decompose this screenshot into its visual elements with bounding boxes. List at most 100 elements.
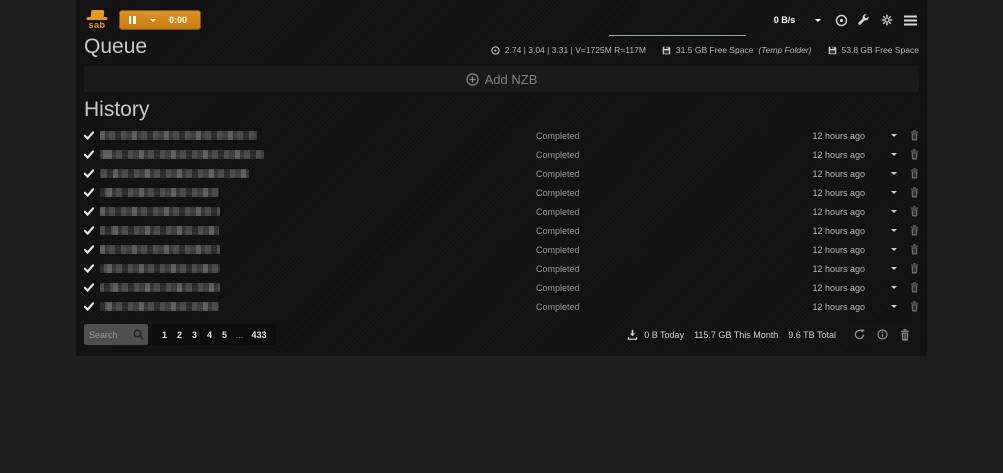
settings-button[interactable] xyxy=(878,11,896,29)
history-time: 12 hours ago xyxy=(812,226,865,236)
chevron-down-icon xyxy=(891,172,897,178)
pause-control-group: 0:00 xyxy=(119,10,201,30)
sab-logo[interactable]: sab xyxy=(84,10,110,30)
status-button[interactable] xyxy=(832,11,850,29)
page-button[interactable]: 2 xyxy=(172,324,187,345)
history-footer: 1 2 3 4 5 ... 433 0 B Today 115.7 GB Thi… xyxy=(76,323,927,346)
expand-row-button[interactable] xyxy=(865,264,903,273)
delete-item-button[interactable] xyxy=(903,206,919,217)
check-icon xyxy=(84,226,100,235)
history-item-name xyxy=(100,150,264,159)
trash-icon xyxy=(910,244,919,255)
chevron-down-icon xyxy=(891,134,897,140)
footer-actions xyxy=(845,324,919,345)
history-status: Completed xyxy=(536,150,580,160)
history-status: Completed xyxy=(536,302,580,312)
delete-all-button[interactable] xyxy=(898,328,912,342)
download-icon xyxy=(627,329,638,340)
trash-icon xyxy=(910,206,919,217)
trash-icon xyxy=(910,282,919,293)
pagination: 1 2 3 4 5 ... 433 xyxy=(152,324,276,345)
check-icon xyxy=(84,264,100,273)
sab-hat-icon xyxy=(90,10,104,18)
sab-logo-label: sab xyxy=(88,20,105,30)
chevron-down-icon xyxy=(891,305,897,311)
chevron-down-icon xyxy=(891,191,897,197)
trash-icon xyxy=(910,168,919,179)
free-space-temp-note: (Temp Folder) xyxy=(758,45,811,55)
trash-icon xyxy=(910,187,919,198)
history-status: Completed xyxy=(536,188,580,198)
history-status: Completed xyxy=(536,207,580,217)
history-item-name xyxy=(100,302,219,311)
search-box xyxy=(84,324,148,345)
speed-graph xyxy=(609,18,746,36)
check-icon xyxy=(84,131,100,140)
expand-row-button[interactable] xyxy=(865,226,903,235)
delete-item-button[interactable] xyxy=(903,225,919,236)
check-icon xyxy=(84,188,100,197)
expand-row-button[interactable] xyxy=(865,283,903,292)
circle-dot-icon xyxy=(835,14,848,27)
hamburger-icon xyxy=(904,15,917,26)
search-icon xyxy=(133,329,144,340)
menu-button[interactable] xyxy=(901,11,919,29)
trash-icon xyxy=(910,263,919,274)
config-button[interactable] xyxy=(855,11,873,29)
page-button[interactable]: 4 xyxy=(202,324,217,345)
expand-row-button[interactable] xyxy=(865,169,903,178)
history-time: 12 hours ago xyxy=(812,150,865,160)
delete-item-button[interactable] xyxy=(903,187,919,198)
expand-row-button[interactable] xyxy=(865,245,903,254)
delete-item-button[interactable] xyxy=(903,244,919,255)
check-icon xyxy=(84,302,100,311)
footer-stats: 0 B Today 115.7 GB This Month 9.6 TB Tot… xyxy=(627,329,836,340)
pause-dropdown-button[interactable] xyxy=(144,11,162,29)
refresh-icon xyxy=(854,329,865,340)
add-nzb-button[interactable]: Add NZB xyxy=(84,66,919,92)
page-button[interactable]: 5 xyxy=(217,324,232,345)
refresh-button[interactable] xyxy=(852,328,866,342)
delete-item-button[interactable] xyxy=(903,263,919,274)
expand-row-button[interactable] xyxy=(865,150,903,159)
speed-limit-button[interactable]: 0 B/s xyxy=(754,8,827,32)
stat-month: 115.7 GB This Month xyxy=(694,330,778,340)
history-time: 12 hours ago xyxy=(812,264,865,274)
chevron-down-icon xyxy=(891,153,897,159)
delete-item-button[interactable] xyxy=(903,130,919,141)
delete-item-button[interactable] xyxy=(903,301,919,312)
info-button[interactable] xyxy=(875,328,889,342)
pause-button[interactable] xyxy=(120,11,144,29)
history-row: Completed 12 hours ago xyxy=(84,145,919,164)
disk-icon xyxy=(662,46,671,55)
delete-item-button[interactable] xyxy=(903,149,919,160)
expand-row-button[interactable] xyxy=(865,302,903,311)
page-button[interactable]: 433 xyxy=(247,324,271,345)
check-icon xyxy=(84,169,100,178)
trash-icon xyxy=(910,225,919,236)
history-row: Completed 12 hours ago xyxy=(84,278,919,297)
history-row: Completed 12 hours ago xyxy=(84,164,919,183)
expand-row-button[interactable] xyxy=(865,188,903,197)
load-stats: 2.74 | 3.04 | 3.31 | V=1725M R=117M xyxy=(505,45,646,55)
queue-header: Queue 2.74 | 3.04 | 3.31 | V=1725M R=117… xyxy=(76,32,927,60)
history-header: History xyxy=(76,92,927,123)
page-button[interactable]: 1 xyxy=(157,324,172,345)
search-input[interactable] xyxy=(89,330,133,340)
expand-row-button[interactable] xyxy=(865,131,903,140)
delete-item-button[interactable] xyxy=(903,282,919,293)
page-button[interactable]: 3 xyxy=(187,324,202,345)
topbar: sab 0:00 0 B/s xyxy=(76,0,927,32)
free-space-complete: 53.8 GB Free Space xyxy=(842,45,920,55)
stat-today: 0 B Today xyxy=(644,330,684,340)
history-item-name xyxy=(100,207,220,216)
stat-total: 9.6 TB Total xyxy=(788,330,836,340)
history-time: 12 hours ago xyxy=(812,207,865,217)
history-row: Completed 12 hours ago xyxy=(84,126,919,145)
check-icon xyxy=(84,207,100,216)
delete-item-button[interactable] xyxy=(903,168,919,179)
queue-title: Queue xyxy=(84,34,147,60)
expand-row-button[interactable] xyxy=(865,207,903,216)
page-ellipsis: ... xyxy=(232,324,247,345)
history-title: History xyxy=(84,97,919,123)
